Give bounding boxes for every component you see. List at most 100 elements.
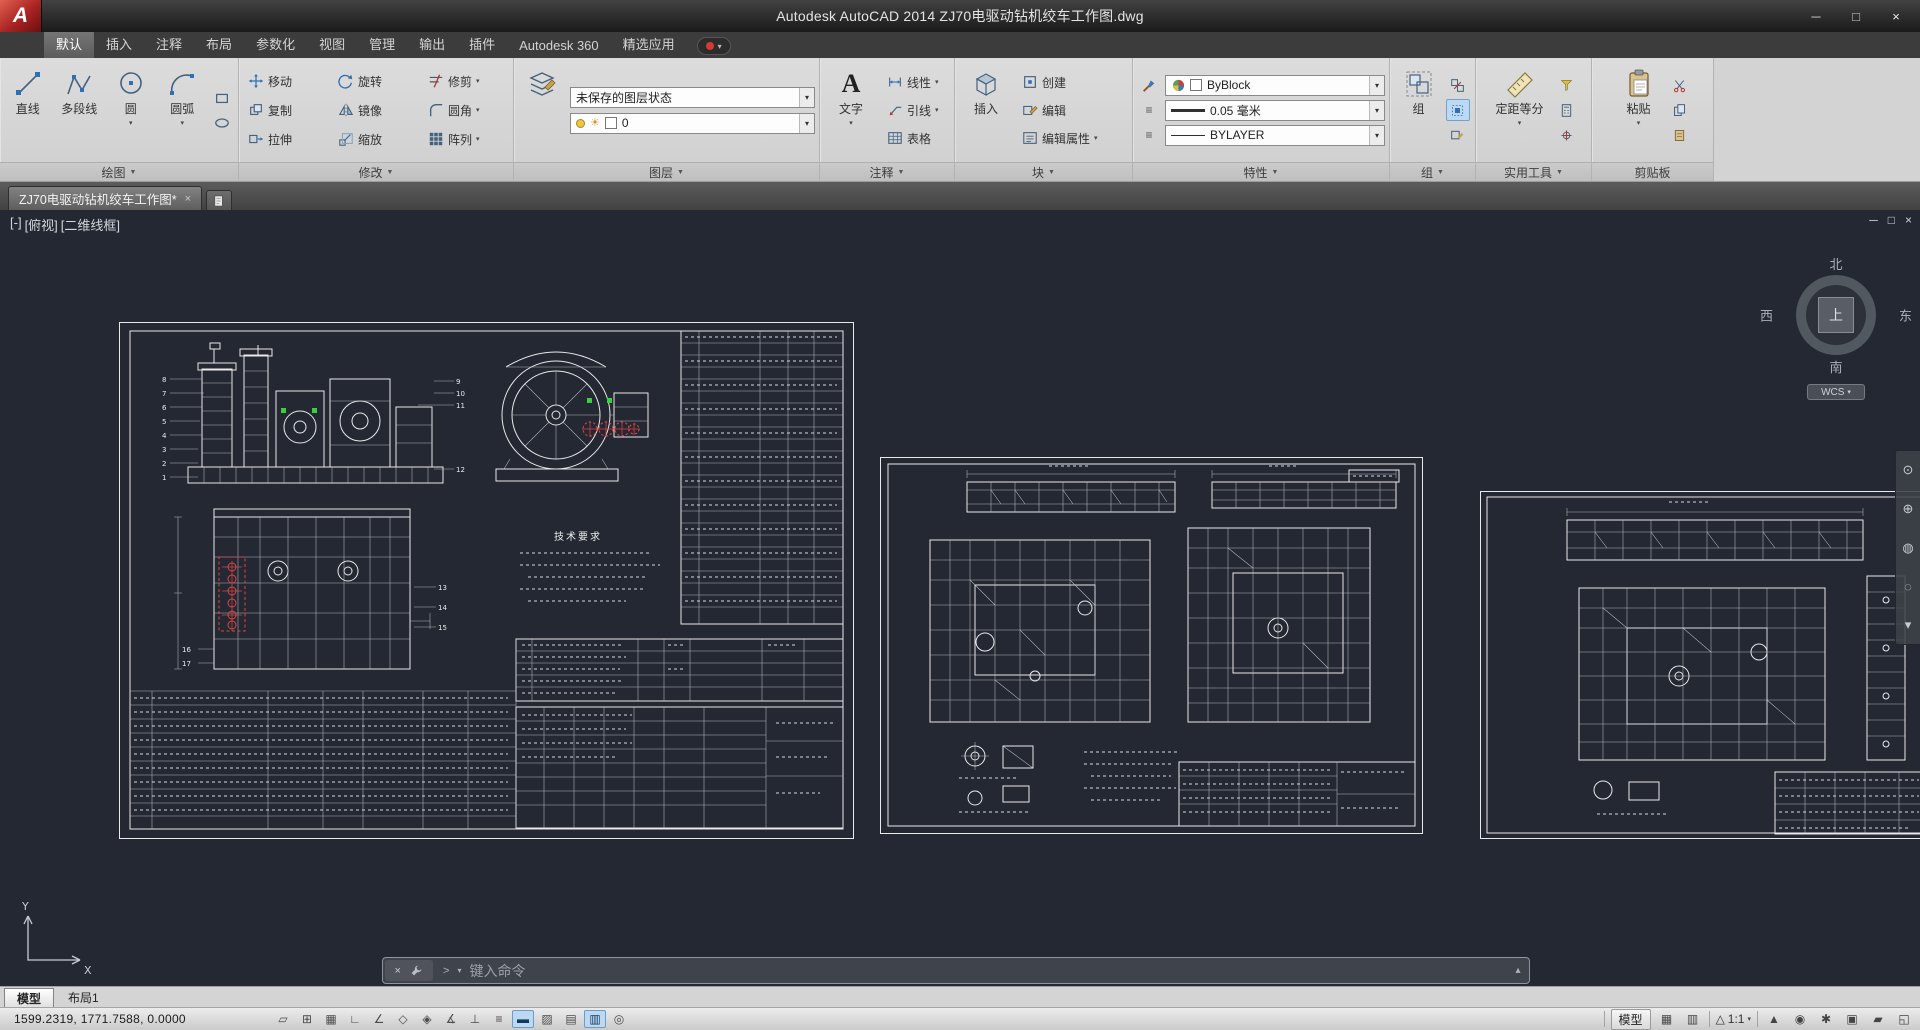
panel-label-groups[interactable]: 组 ▼ — [1390, 162, 1475, 181]
layer-dropdown[interactable]: ☀ 0 ▾ — [570, 112, 815, 134]
panel-label-block[interactable]: 块 ▼ — [955, 162, 1132, 181]
new-drawing-tab[interactable] — [206, 190, 233, 210]
mirror-button[interactable]: 镜像 — [333, 98, 419, 123]
infer-constraints-toggle[interactable]: ▱ — [272, 1010, 294, 1028]
match-properties-button[interactable] — [1137, 74, 1161, 96]
tab-parametric[interactable]: 参数化 — [244, 30, 307, 58]
panel-label-modify[interactable]: 修改 ▼ — [239, 162, 513, 181]
layer-properties-button[interactable] — [518, 60, 566, 160]
tab-view[interactable]: 视图 — [307, 30, 357, 58]
measure-button[interactable]: 定距等分 ▾ — [1489, 60, 1551, 160]
recorder-button[interactable]: ▾ — [696, 37, 731, 55]
quick-view-layouts-button[interactable]: ▦ — [1657, 1010, 1677, 1028]
app-menu-button[interactable]: A — [0, 0, 42, 32]
drawing-sheet-3[interactable] — [1479, 490, 1920, 840]
table-button[interactable]: 表格 — [882, 126, 950, 151]
doc-close-icon[interactable]: × — [1905, 213, 1912, 227]
move-button[interactable]: 移动 — [243, 69, 329, 94]
tab-layout1[interactable]: 布局1 — [56, 988, 111, 1007]
doc-restore-icon[interactable]: □ — [1888, 213, 1895, 227]
paste-button[interactable]: 粘贴 ▾ — [1614, 60, 1664, 160]
copy-clip-button[interactable] — [1668, 99, 1692, 121]
viewport-view-button[interactable]: [俯视] — [25, 215, 58, 234]
ortho-mode-toggle[interactable]: ∟ — [344, 1010, 366, 1028]
viewcube-south-label[interactable]: 南 — [1786, 357, 1886, 376]
fillet-button[interactable]: 圆角 ▾ — [423, 98, 509, 123]
tab-home[interactable]: 默认 — [44, 30, 95, 58]
group-edit-button[interactable] — [1446, 124, 1470, 146]
customize-wrench-icon[interactable] — [410, 964, 423, 977]
linear-dimension-button[interactable]: 线性 ▾ — [882, 70, 950, 95]
linetype-dropdown[interactable]: BYLAYER ▾ — [1165, 124, 1385, 146]
array-button[interactable]: 阵列 ▾ — [423, 127, 509, 152]
line-button[interactable]: 直线 — [4, 60, 52, 160]
pan-icon[interactable]: ⊕ — [1903, 501, 1914, 517]
panel-label-clipboard[interactable]: 剪贴板 — [1592, 162, 1713, 181]
insert-block-button[interactable]: 插入 — [959, 60, 1013, 160]
ungroup-button[interactable] — [1446, 74, 1470, 96]
close-button[interactable]: × — [1878, 5, 1914, 27]
group-button[interactable]: 组 — [1396, 60, 1442, 160]
create-block-button[interactable]: 创建 — [1017, 70, 1128, 95]
scale-button[interactable]: 缩放 — [333, 127, 419, 152]
object-snap-toggle[interactable]: ◇ — [392, 1010, 414, 1028]
panel-label-annotation[interactable]: 注释 ▼ — [820, 162, 954, 181]
command-line[interactable]: × > ▾ 键入命令 ▴ — [382, 957, 1530, 984]
polar-tracking-toggle[interactable]: ∠ — [368, 1010, 390, 1028]
toolbar-lock-button[interactable]: ▣ — [1842, 1010, 1862, 1028]
group-selection-toggle[interactable] — [1445, 99, 1470, 121]
tab-output[interactable]: 输出 — [407, 30, 457, 58]
tab-autodesk360[interactable]: Autodesk 360 — [507, 34, 611, 58]
wcs-menu[interactable]: WCS ▾ — [1807, 384, 1865, 400]
command-close-icon[interactable]: × — [395, 965, 401, 977]
grid-display-toggle[interactable]: ▦ — [320, 1010, 342, 1028]
file-tab-active[interactable]: ZJ70电驱动钻机绞车工作图* × — [8, 186, 203, 210]
3d-object-snap-toggle[interactable]: ◈ — [416, 1010, 438, 1028]
performance-button[interactable]: ▰ — [1868, 1010, 1888, 1028]
layer-state-dropdown[interactable]: 未保存的图层状态 ▾ — [570, 86, 815, 108]
paste-special-button[interactable] — [1668, 124, 1692, 146]
dynamic-ucs-toggle[interactable]: ⊥ — [464, 1010, 486, 1028]
panel-label-draw[interactable]: 绘图 ▼ — [0, 162, 238, 181]
command-history-expand[interactable]: ▴ — [1509, 965, 1527, 976]
drawing-sheet-2[interactable] — [879, 456, 1424, 835]
text-button[interactable]: A 文字 ▾ — [824, 60, 878, 160]
viewcube-ring[interactable]: 上 — [1796, 275, 1876, 355]
coordinates-readout[interactable]: 1599.2319, 1771.7588, 0.0000 — [6, 1012, 206, 1026]
file-tab-close-icon[interactable]: × — [185, 193, 191, 205]
model-space-button[interactable]: 模型 — [1610, 1008, 1651, 1030]
polyline-button[interactable]: 多段线 — [56, 60, 104, 160]
workspace-switching-button[interactable]: ✱ — [1816, 1010, 1836, 1028]
selection-cycling-toggle[interactable]: ▥ — [584, 1010, 606, 1028]
maximize-button[interactable]: □ — [1838, 5, 1874, 27]
lineweight-toggle[interactable]: ▬ — [512, 1010, 534, 1028]
doc-minimize-icon[interactable]: ─ — [1869, 213, 1878, 227]
snap-mode-toggle[interactable]: ⊞ — [296, 1010, 318, 1028]
leader-button[interactable]: 引线 ▾ — [882, 98, 950, 123]
viewport-menu-button[interactable]: [-] — [10, 215, 22, 234]
navigation-wheel-icon[interactable]: ⊙ — [1903, 462, 1914, 478]
tab-featured-apps[interactable]: 精选应用 — [611, 30, 687, 58]
tab-insert[interactable]: 插入 — [94, 30, 144, 58]
panel-label-properties[interactable]: 特性 ▼ — [1133, 162, 1389, 181]
edit-block-button[interactable]: 编辑 — [1017, 98, 1128, 123]
viewcube-west-label[interactable]: 西 — [1760, 306, 1773, 325]
panel-label-utilities[interactable]: 实用工具 ▼ — [1476, 162, 1591, 181]
clean-screen-button[interactable]: ◱ — [1894, 1010, 1914, 1028]
panel-label-layers[interactable]: 图层 ▼ — [514, 162, 819, 181]
quick-view-drawings-button[interactable]: ▥ — [1683, 1010, 1703, 1028]
circle-button[interactable]: 圆 ▾ — [107, 60, 155, 160]
lineweight-dropdown[interactable]: 0.05 毫米 ▾ — [1165, 99, 1385, 121]
drawing-sheet-1[interactable]: 8 7 6 5 4 3 2 1 9 10 11 12 13 14 15 16 1… — [118, 321, 855, 840]
viewcube-north-label[interactable]: 北 — [1786, 254, 1886, 273]
command-input[interactable]: > ▾ 键入命令 — [433, 961, 1509, 981]
tab-annotate[interactable]: 注释 — [144, 30, 194, 58]
navbar-more-icon[interactable]: ▾ — [1905, 617, 1912, 633]
quick-select-button[interactable] — [1555, 74, 1579, 96]
drawing-canvas[interactable]: [-] [俯视] [二维线框] ─ □ × 8 7 6 5 4 3 2 1 9 … — [0, 210, 1920, 986]
annotation-visibility-button[interactable]: ▲ — [1764, 1010, 1784, 1028]
annotation-scale-button[interactable]: △ 1:1 ▾ — [1716, 1012, 1751, 1026]
ellipse-button[interactable] — [210, 112, 234, 134]
trim-button[interactable]: 修剪 ▾ — [423, 69, 509, 94]
object-color-dropdown[interactable]: ByBlock ▾ — [1165, 74, 1385, 96]
